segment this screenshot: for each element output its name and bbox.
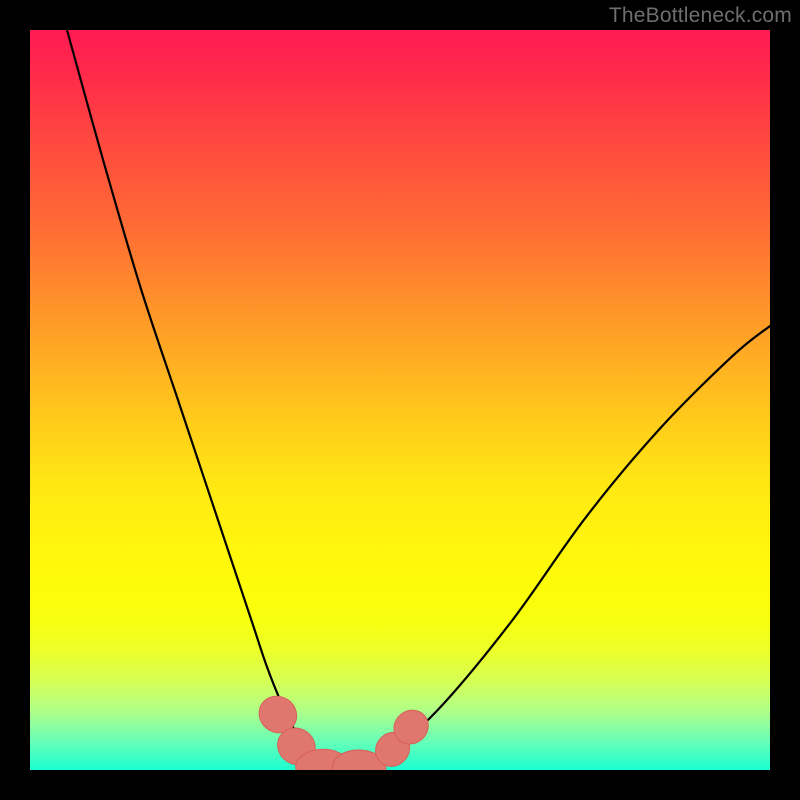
marker-layer [252, 689, 435, 770]
bottleneck-curve [67, 30, 770, 770]
curve-layer [67, 30, 770, 770]
plot-area [30, 30, 770, 770]
outer-frame: TheBottleneck.com [0, 0, 800, 800]
watermark-text: TheBottleneck.com [609, 4, 792, 28]
chart-svg [30, 30, 770, 770]
